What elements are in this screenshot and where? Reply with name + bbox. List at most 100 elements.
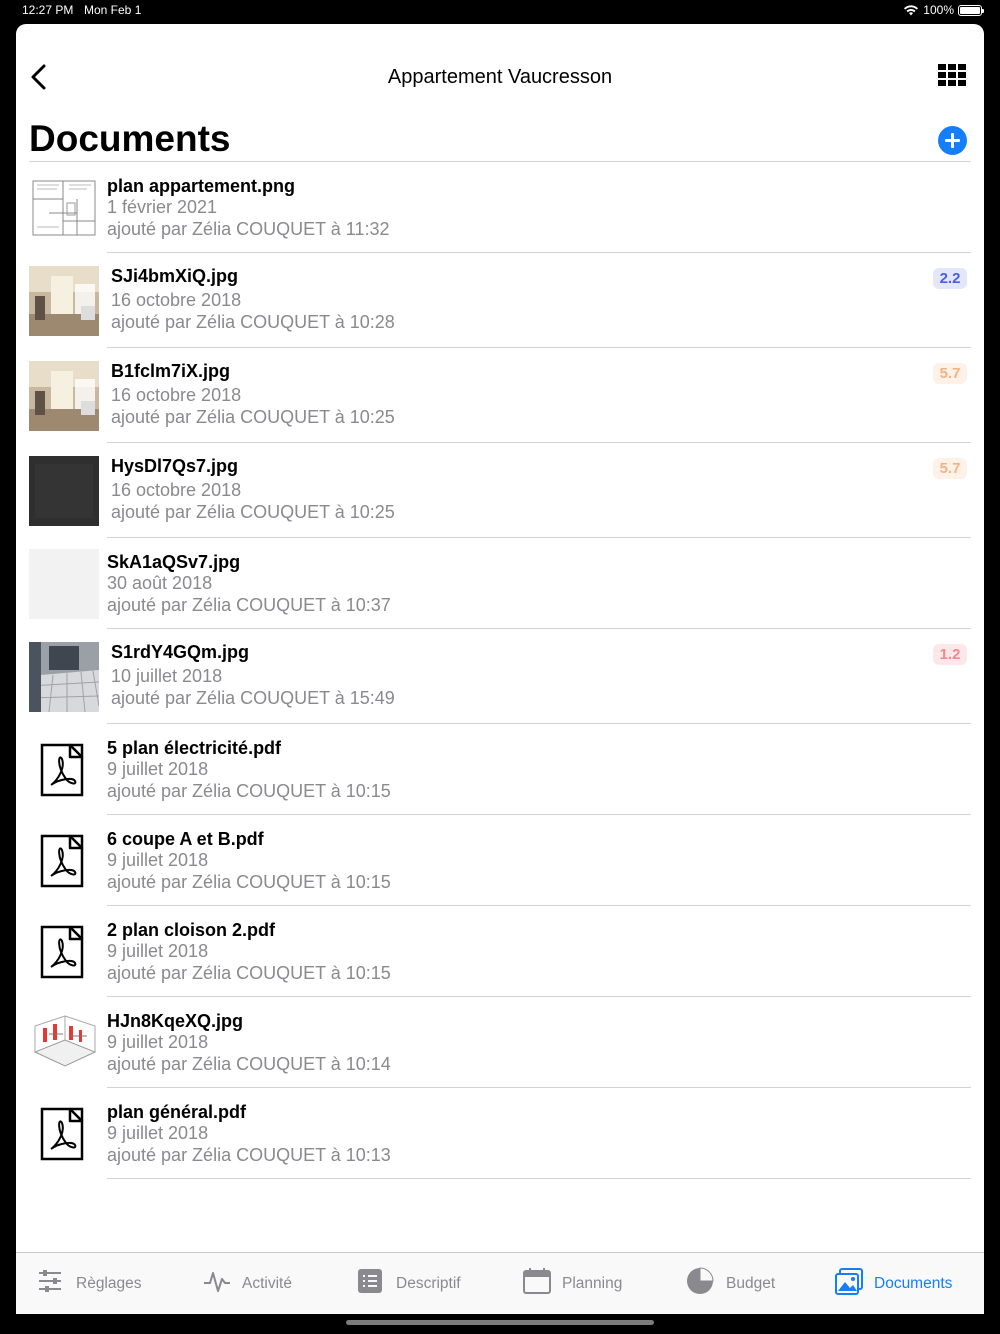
document-name: 5 plan électricité.pdf xyxy=(107,738,282,758)
document-name: plan appartement.png xyxy=(107,176,296,196)
document-row[interactable]: plan appartement.png 1 février 2021 ajouté… xyxy=(16,162,984,253)
battery-icon xyxy=(958,4,984,16)
document-text: 6 coupe A et B.pdf 9 juillet 2018 ajouté p… xyxy=(107,828,391,893)
tab-label: Règlages xyxy=(76,1275,142,1292)
document-row[interactable]: 2 plan cloison 2.pdf 9 juillet 2018 ajouté… xyxy=(16,906,984,997)
document-row[interactable]: HJn8KqeXQ.jpg 9 juillet 2018 ajouté par Zé… xyxy=(16,997,984,1088)
document-date: 9 juillet 2018 xyxy=(107,1032,209,1052)
tab-label: Documents xyxy=(874,1275,953,1292)
page-title: Documents xyxy=(29,118,231,159)
document-name: HysDl7Qs7.jpg xyxy=(111,456,239,476)
document-text: 5 plan électricité.pdf 9 juillet 2018 ajou… xyxy=(107,737,391,802)
document-thumbnail xyxy=(29,549,99,619)
document-row[interactable]: 5 plan électricité.pdf 9 juillet 2018 ajou… xyxy=(16,724,984,815)
pdf-file-icon xyxy=(29,826,99,896)
list-icon xyxy=(356,1267,386,1302)
add-document-button[interactable] xyxy=(938,126,967,155)
document-author: ajouté par Zélia COUQUET à 10:25 xyxy=(111,501,395,522)
battery-percent: 100% xyxy=(923,3,954,17)
size-badge: 1.2 xyxy=(933,644,967,665)
navigation-bar: Appartement Vaucresson xyxy=(16,54,984,100)
document-thumbnail xyxy=(28,642,100,713)
document-text: SJi4bmXiQ.jpg 16 octobre 2018 ajouté par Z… xyxy=(111,265,395,333)
document-date: 10 juillet 2018 xyxy=(111,666,223,686)
document-thumbnail xyxy=(29,1008,99,1078)
document-author: ajouté par Zélia COUQUET à 10:13 xyxy=(107,1144,391,1165)
document-name: B1fclm7iX.jpg xyxy=(111,361,231,381)
document-date: 16 octobre 2018 xyxy=(111,385,242,405)
status-time: 12:27 PM xyxy=(22,3,74,17)
document-author: ajouté par Zélia COUQUET à 11:32 xyxy=(107,218,390,239)
document-date: 9 juillet 2018 xyxy=(107,759,209,779)
tab-activité[interactable]: Activité xyxy=(202,1268,292,1300)
activity-icon xyxy=(202,1267,232,1302)
photos-icon xyxy=(834,1267,864,1302)
row-divider xyxy=(107,1178,971,1179)
document-thumbnail xyxy=(29,456,99,526)
document-name: SkA1aQSv7.jpg xyxy=(107,552,241,572)
document-thumbnail xyxy=(29,173,99,243)
pdf-file-icon xyxy=(29,917,99,987)
document-date: 30 août 2018 xyxy=(107,573,213,593)
document-text: plan général.pdf 9 juillet 2018 ajouté par… xyxy=(107,1101,391,1166)
pdf-file-icon xyxy=(29,1099,99,1169)
status-date: Mon Feb 1 xyxy=(84,3,142,17)
document-text: B1fclm7iX.jpg 16 octobre 2018 ajouté par Z… xyxy=(111,360,395,428)
document-text: S1rdY4GQm.jpg 10 juillet 2018 ajouté par Z… xyxy=(111,641,395,709)
tab-label: Activité xyxy=(242,1275,292,1292)
document-row[interactable]: plan général.pdf 9 juillet 2018 ajouté par… xyxy=(16,1088,984,1179)
document-author: ajouté par Zélia COUQUET à 15:49 xyxy=(111,687,395,708)
document-list: plan appartement.png 1 février 2021 ajouté… xyxy=(16,162,984,1179)
calendar-icon xyxy=(522,1267,552,1302)
document-author: ajouté par Zélia COUQUET à 10:15 xyxy=(107,871,391,892)
wifi-icon xyxy=(904,5,919,16)
size-badge: 2.2 xyxy=(933,268,967,289)
size-badge: 5.7 xyxy=(933,363,967,384)
tab-descriptif[interactable]: Descriptif xyxy=(356,1268,461,1300)
document-row[interactable]: S1rdY4GQm.jpg 10 juillet 2018 ajouté par Z… xyxy=(16,629,984,724)
tab-documents[interactable]: Documents xyxy=(834,1267,953,1302)
document-thumbnail xyxy=(29,266,99,336)
pie-chart-icon xyxy=(686,1266,716,1302)
tab-planning[interactable]: Planning xyxy=(522,1267,623,1302)
nav-title: Appartement Vaucresson xyxy=(387,66,613,88)
document-author: ajouté par Zélia COUQUET à 10:28 xyxy=(111,311,395,332)
document-date: 16 octobre 2018 xyxy=(111,290,242,310)
document-author: ajouté par Zélia COUQUET à 10:25 xyxy=(111,406,395,427)
document-author: ajouté par Zélia COUQUET à 10:37 xyxy=(107,594,391,615)
document-row[interactable]: SJi4bmXiQ.jpg 16 octobre 2018 ajouté par Z… xyxy=(16,253,984,348)
document-date: 9 juillet 2018 xyxy=(107,850,209,870)
document-author: ajouté par Zélia COUQUET à 10:15 xyxy=(107,962,391,983)
document-row[interactable]: SkA1aQSv7.jpg 30 août 2018 ajouté par Zéli… xyxy=(16,538,984,629)
document-row[interactable]: 6 coupe A et B.pdf 9 juillet 2018 ajouté p… xyxy=(16,815,984,906)
tab-label: Budget xyxy=(726,1275,776,1292)
document-thumbnail xyxy=(29,361,99,431)
document-name: S1rdY4GQm.jpg xyxy=(111,642,250,662)
status-right: 100% xyxy=(903,3,984,17)
tab-label: Descriptif xyxy=(396,1275,461,1292)
status-bar: 12:27 PM Mon Feb 1 100% xyxy=(0,0,1000,22)
document-row[interactable]: B1fclm7iX.jpg 16 octobre 2018 ajouté par Z… xyxy=(16,348,984,443)
sliders-icon xyxy=(36,1267,66,1302)
document-name: plan général.pdf xyxy=(107,1102,247,1122)
documents-sheet: Appartement Vaucresson Documents plan ap… xyxy=(16,24,984,1314)
document-date: 1 février 2021 xyxy=(107,197,218,217)
tab-label: Planning xyxy=(562,1275,623,1292)
pdf-file-icon xyxy=(29,735,99,805)
document-author: ajouté par Zélia COUQUET à 10:15 xyxy=(107,780,391,801)
document-text: SkA1aQSv7.jpg 30 août 2018 ajouté par Zéli… xyxy=(107,551,391,616)
tab-bar: Règlages Activité Descriptif Planning Budget… xyxy=(16,1252,984,1314)
document-date: 16 octobre 2018 xyxy=(111,480,242,500)
grid-view-button[interactable] xyxy=(938,64,966,88)
document-text: HysDl7Qs7.jpg 16 octobre 2018 ajouté par Z… xyxy=(111,455,395,523)
tab-budget[interactable]: Budget xyxy=(686,1266,776,1302)
home-indicator xyxy=(346,1320,654,1325)
size-badge: 5.7 xyxy=(933,458,967,479)
tab-règlages[interactable]: Règlages xyxy=(36,1268,142,1300)
document-text: HJn8KqeXQ.jpg 9 juillet 2018 ajouté par Zé… xyxy=(107,1010,391,1075)
document-name: SJi4bmXiQ.jpg xyxy=(111,266,239,286)
document-row[interactable]: HysDl7Qs7.jpg 16 octobre 2018 ajouté par Z… xyxy=(16,443,984,538)
document-author: ajouté par Zélia COUQUET à 10:14 xyxy=(107,1053,391,1074)
document-name: 6 coupe A et B.pdf xyxy=(107,829,264,849)
document-text: 2 plan cloison 2.pdf 9 juillet 2018 ajouté… xyxy=(107,919,391,984)
